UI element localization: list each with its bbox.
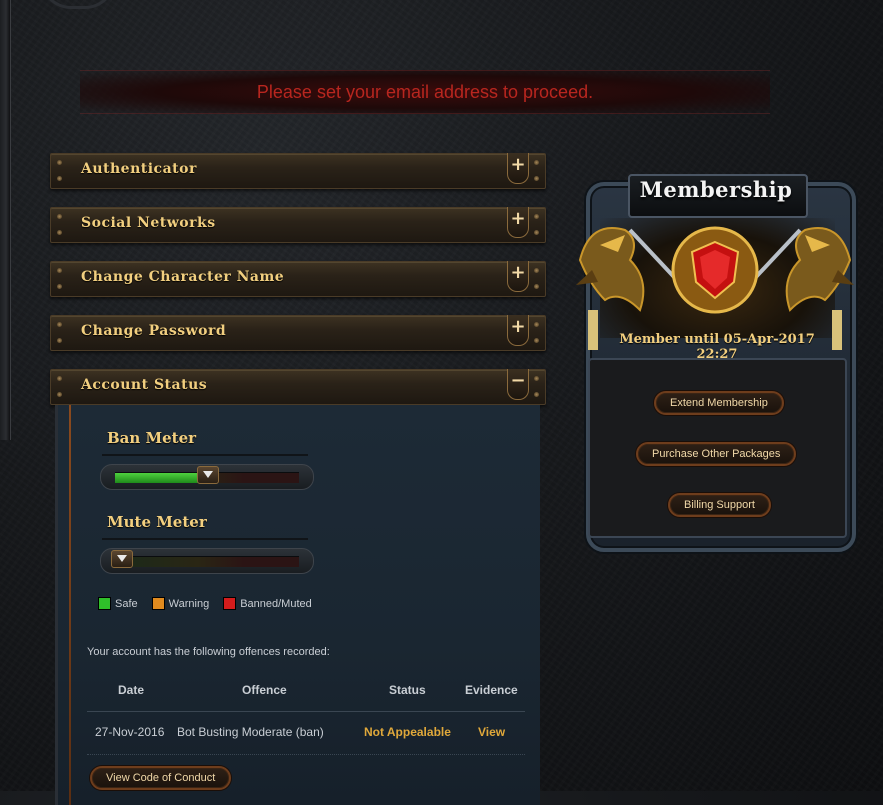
left-frame-edge [0,0,11,440]
membership-card: Membership Member until 05-Apr-2017 22:2… [570,160,860,552]
purchase-other-packages-button[interactable]: Purchase Other Packages [636,442,797,466]
header-status: Status [389,683,426,697]
panel-social-networks[interactable]: Social Networks + [50,207,546,243]
offences-note: Your account has the following offences … [87,646,330,658]
email-warning-banner: Please set your email address to proceed… [80,70,770,114]
panel-change-password[interactable]: Change Password + [50,315,546,351]
banned-muted-swatch [223,597,237,610]
panel-authenticator[interactable]: Authenticator + [50,153,546,189]
mute-meter [100,548,314,574]
mute-meter-title: Mute Meter [107,513,207,531]
header-evidence: Evidence [465,683,518,697]
ban-meter [100,464,314,490]
ban-meter-title: Ban Meter [107,429,197,447]
panel-change-character-name-label: Change Character Name [81,269,285,285]
expand-social-networks-button[interactable]: + [507,207,529,238]
panel-change-character-name[interactable]: Change Character Name + [50,261,546,297]
email-warning-text: Please set your email address to proceed… [256,81,594,102]
legend-warning: Warning [151,597,209,610]
panel-social-networks-label: Social Networks [81,215,216,231]
expand-change-password-button[interactable]: + [507,315,529,346]
top-ornament [40,0,116,9]
view-evidence-link[interactable]: View [478,725,505,739]
panel-account-status[interactable]: Account Status − [50,369,546,405]
header-offence: Offence [242,683,287,697]
extend-membership-button[interactable]: Extend Membership [654,391,784,415]
expand-authenticator-button[interactable]: + [507,153,529,184]
ban-meter-fill [115,473,207,483]
view-code-of-conduct-button[interactable]: View Code of Conduct [90,766,232,790]
membership-title: Membership [639,177,793,202]
meter-legend: Safe Warning Banned/Muted [98,597,326,610]
offence-status: Not Appealable [364,725,451,739]
panel-authenticator-label: Authenticator [81,161,197,177]
legend-safe: Safe [98,597,138,610]
offence-name: Bot Busting Moderate (ban) [177,725,324,739]
table-row: 27-Nov-2016 Bot Busting Moderate (ban) N… [87,722,525,744]
panel-change-password-label: Change Password [81,323,227,339]
offence-date: 27-Nov-2016 [95,725,165,739]
ban-meter-marker [197,466,219,484]
expand-change-character-name-button[interactable]: + [507,261,529,292]
offences-table: Date Offence Status Evidence 27-Nov-2016… [87,680,525,755]
table-header-row: Date Offence Status Evidence [87,680,525,702]
warning-swatch [151,597,165,610]
billing-support-button[interactable]: Billing Support [668,493,771,517]
header-date: Date [118,683,145,697]
mute-meter-marker [111,550,133,568]
collapse-account-status-button[interactable]: − [507,369,529,400]
panel-account-status-label: Account Status [81,377,208,393]
legend-banned-muted: Banned/Muted [223,597,312,610]
safe-swatch [98,597,111,610]
